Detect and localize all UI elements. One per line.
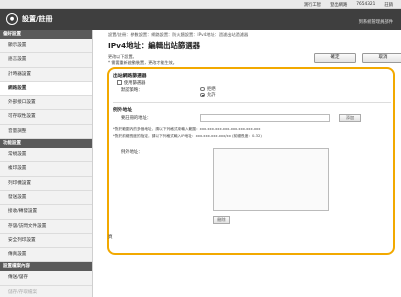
add-button[interactable]: 添加: [339, 114, 361, 122]
sidebar-item-timer[interactable]: 計時器設置: [0, 68, 92, 82]
sidebar-item-volume[interactable]: 音量調整: [0, 125, 92, 140]
sidebar-group-title: 偏好設置: [0, 30, 92, 39]
cancel-button[interactable]: 取消: [362, 53, 401, 63]
sidebar-item-transmit[interactable]: 傳送/儲存: [0, 271, 92, 286]
exception-header: 例外地址: [113, 108, 133, 113]
sidebar-item-language[interactable]: 語言設置: [0, 53, 92, 68]
range-note: *對於範圍內的多個地址，請以下列格式來輸入範圍：xxx.xxx.xxx.xxx-…: [113, 127, 261, 131]
app-header: ● 設置/註冊 到系統管理員部件: [0, 9, 401, 30]
address-input[interactable]: [200, 114, 330, 122]
home-icon[interactable]: ●: [6, 13, 18, 25]
use-filter-label: 使用篩選器: [124, 80, 146, 86]
sidebar-item-store-files[interactable]: 儲存/存取檔案: [0, 286, 92, 297]
outbound-filter-header: 出站網路篩選器: [113, 74, 147, 79]
top-link-2: 7654321: [356, 1, 376, 7]
outbound-filter-panel: 出站網路篩選器 使用篩選器 默認策略： 拒絕 允許 例外地址 要註冊的地址： 添…: [107, 67, 395, 255]
section-divider: [113, 102, 391, 103]
sidebar: 偏好設置 顯示設置 語言設置 計時器設置 網路設置 外部接口設置 可存取性設置 …: [0, 30, 93, 297]
top-utility-bar: 測行工智 登出網路 7654321 註銷: [0, 0, 401, 9]
ok-button[interactable]: 確定: [314, 53, 356, 63]
exceptions-list-label: 例外地址：: [121, 150, 143, 155]
top-link-0[interactable]: 測行工智: [304, 2, 321, 8]
sidebar-item-network[interactable]: 網路設置: [0, 81, 92, 97]
exceptions-listbox[interactable]: [213, 148, 329, 211]
allow-radio[interactable]: [200, 92, 205, 97]
prefix-note: *對於前綴長度的指定，請以下列格式輸入IP地址：xxx.xxx.xxx.xxx/…: [113, 134, 262, 138]
top-link-3[interactable]: 註銷: [384, 2, 393, 8]
sidebar-item-accessibility[interactable]: 可存取性設置: [0, 110, 92, 125]
delete-button[interactable]: 刪除: [213, 216, 230, 224]
sidebar-item-printer[interactable]: 列印機設置: [0, 177, 92, 191]
sidebar-item-store-access[interactable]: 存儲/訪問文件設置: [0, 220, 92, 234]
sidebar-item-copy[interactable]: 複印設置: [0, 162, 92, 177]
breadcrumb: 設置/註冊：參數設置：網路設置：防火牆設置：IPv4地址：過濾出站過濾器: [108, 32, 249, 37]
page-title: IPv4地址：編輯出站篩選器: [108, 41, 201, 50]
top-link-1[interactable]: 登出網路: [330, 2, 347, 8]
sidebar-item-receive[interactable]: 接收/轉發設置: [0, 205, 92, 220]
sidebar-item-common[interactable]: 常規設置: [0, 148, 92, 163]
sidebar-item-display[interactable]: 顯示設置: [0, 39, 92, 54]
admin-link[interactable]: 到系統管理員部件: [359, 19, 393, 25]
sidebar-item-send[interactable]: 發送設置: [0, 191, 92, 206]
instructions: 更改以下設置。 * 需要重新啟動裝置，更改才能生效。: [108, 54, 177, 65]
top-links: 測行工智 登出網路 7654321 註銷: [304, 2, 393, 8]
sidebar-group-title: 設置檔案內容: [0, 262, 92, 272]
allow-label: 允許: [207, 93, 216, 98]
default-policy-label: 默認策略：: [121, 88, 143, 93]
sidebar-group-title: 功能設置: [0, 139, 92, 149]
sidebar-item-fax[interactable]: 傳真設置: [0, 248, 92, 263]
page-footer-mark: 頁: [108, 235, 113, 240]
app-title: 設置/註冊: [22, 15, 53, 23]
reject-radio[interactable]: [200, 86, 205, 91]
sidebar-item-secure-print[interactable]: 安全列印設置: [0, 234, 92, 249]
use-filter-checkbox[interactable]: [117, 80, 122, 85]
instruction-line: * 需要重新啟動裝置，更改才能生效。: [108, 59, 177, 65]
sidebar-item-interface[interactable]: 外部接口設置: [0, 96, 92, 111]
main-content: 設置/註冊：參數設置：網路設置：防火牆設置：IPv4地址：過濾出站過濾器 IPv…: [94, 30, 401, 297]
address-label: 要註冊的地址：: [121, 116, 152, 121]
